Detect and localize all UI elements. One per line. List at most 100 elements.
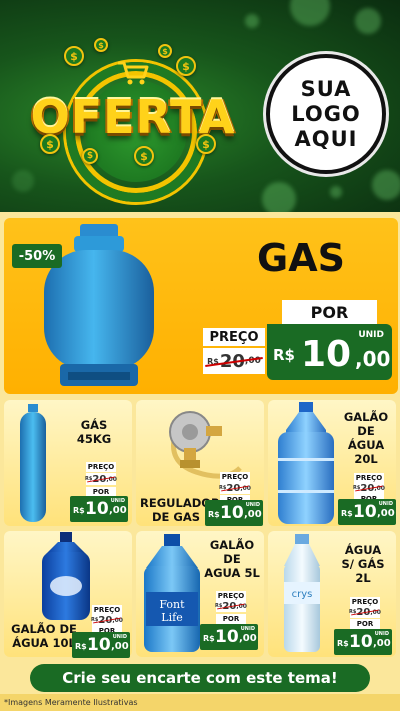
price-cents: ,00	[373, 638, 391, 649]
price-integer: 20	[98, 614, 113, 626]
logo-line: LOGO	[291, 101, 361, 126]
currency-symbol: R$	[219, 485, 227, 491]
new-price: UNID R$ 10,00	[72, 632, 130, 658]
title-line: GALÃO DE	[11, 622, 77, 636]
price-integer: 20	[360, 482, 375, 494]
title-line: 20L	[354, 452, 378, 466]
price-cents: ,00	[370, 608, 381, 616]
currency-symbol: R$	[215, 603, 223, 609]
disclaimer-text: *Imagens Meramente Ilustrativas	[4, 698, 138, 707]
currency-symbol: R$	[208, 510, 220, 519]
title-line: GALÃO	[209, 538, 255, 552]
preco-label: PREÇO	[220, 472, 250, 482]
bokeh-light	[330, 186, 342, 198]
new-price: UNID R$ 10,00	[70, 496, 128, 522]
currency-symbol: R$	[91, 617, 99, 623]
new-price: UNID R$ 10,00	[200, 624, 258, 650]
currency-symbol: R$	[349, 609, 357, 615]
hero-product-title: GAS	[257, 236, 345, 280]
water-jug-10l-icon	[42, 532, 90, 620]
old-price: R$ 20,00	[219, 482, 251, 494]
unit-label: UNID	[378, 501, 393, 507]
currency-symbol: R$	[273, 346, 295, 364]
header-banner: OFERTA $ $ $ $ $ $ $ $ SUA LOGO AQUI	[0, 0, 400, 212]
dollar-coin-icon: $	[196, 134, 216, 154]
bottle-brand-text: Life	[161, 611, 182, 624]
price-cents: ,00	[355, 347, 391, 371]
price-cents: ,00	[106, 475, 117, 483]
product-title: REGULADOR DE GAS	[140, 496, 220, 524]
new-price: UNID R$ 10,00	[205, 500, 263, 526]
price-cents: ,00	[111, 641, 129, 652]
title-line: DE	[357, 424, 375, 438]
currency-symbol: R$	[207, 356, 219, 366]
new-price: UNID R$ 10,00	[338, 499, 396, 525]
price-integer: 10	[220, 503, 244, 523]
price-integer: 10	[349, 632, 373, 652]
price-cents: ,00	[109, 505, 127, 516]
water-jug-20l-icon	[278, 402, 334, 524]
title-line: S/ GÁS	[341, 557, 385, 571]
currency-symbol: R$	[73, 506, 85, 515]
price-integer: 10	[215, 627, 239, 647]
currency-symbol: R$	[337, 639, 349, 648]
title-line: 45KG	[76, 432, 112, 446]
title-line: REGULADOR	[140, 496, 220, 510]
price-cents: ,00	[244, 356, 261, 366]
price-integer: 10	[353, 502, 377, 522]
unit-label: UNID	[374, 631, 389, 637]
tall-gas-cylinder-icon	[20, 404, 46, 522]
product-title: GALÃO DE AGUA 5L	[204, 538, 260, 580]
shopping-cart-icon	[118, 61, 149, 85]
bokeh-light	[290, 0, 330, 26]
por-label: POR	[216, 614, 246, 624]
dollar-coin-icon: $	[158, 44, 172, 58]
price-integer: 20	[92, 473, 107, 485]
title-line: GALÃO	[343, 410, 389, 424]
price-cents: ,00	[239, 633, 257, 644]
bottle-brand-text: Font	[159, 598, 185, 611]
unit-label: UNID	[245, 502, 260, 508]
dollar-coin-icon: $	[64, 46, 84, 66]
unit-label: UNID	[110, 498, 125, 504]
dollar-coin-icon: $	[94, 38, 108, 52]
price-integer: 10	[87, 635, 111, 655]
por-label: POR	[350, 619, 380, 629]
dollar-coin-icon: $	[176, 56, 196, 76]
water-bottle-5l-icon: Font Life	[144, 534, 200, 652]
currency-symbol: R$	[353, 485, 361, 491]
title-line: AGUA 5L	[204, 566, 260, 580]
unit-label: UNID	[240, 626, 255, 632]
por-label: POR	[282, 300, 377, 324]
title-line: DE	[223, 552, 241, 566]
old-price: R$ 20,00	[215, 600, 247, 612]
price-cents: ,00	[236, 602, 247, 610]
title-line: ÁGUA 10L	[12, 636, 76, 650]
product-title: GALÃO DE ÁGUA 10L	[8, 622, 80, 650]
product-title: GALÃO DE ÁGUA 20L	[340, 410, 392, 466]
logo-line: AQUI	[294, 126, 358, 151]
price-integer: 20	[219, 350, 245, 372]
new-price: UNID R$ 10,00	[334, 629, 392, 655]
product-title: ÁGUA S/ GÁS 2L	[334, 543, 392, 585]
bottle-brand-text: crys	[292, 589, 313, 600]
title-line: ÁGUA	[344, 543, 382, 557]
dollar-coin-icon: $	[82, 148, 98, 164]
logo-placeholder: SUA LOGO AQUI	[266, 54, 386, 174]
currency-symbol: R$	[203, 634, 215, 643]
old-price: R$ 20,00	[349, 606, 381, 618]
bokeh-light	[262, 182, 296, 212]
title-line: DE GAS	[151, 510, 201, 524]
title-line: GÁS	[80, 418, 108, 432]
price-cents: ,00	[377, 508, 395, 519]
price-integer: 10	[301, 334, 352, 375]
new-price: UNID R$ 10 ,00	[267, 324, 392, 380]
cta-button[interactable]: Crie seu encarte com este tema!	[30, 664, 370, 692]
title-line: ÁGUA	[347, 438, 385, 452]
old-price: R$ 20,00	[353, 482, 385, 494]
currency-symbol: R$	[85, 476, 93, 482]
currency-symbol: R$	[341, 509, 353, 518]
old-price: R$ 20,00	[91, 614, 123, 626]
currency-symbol: R$	[75, 642, 87, 651]
logo-line: SUA	[300, 76, 352, 101]
